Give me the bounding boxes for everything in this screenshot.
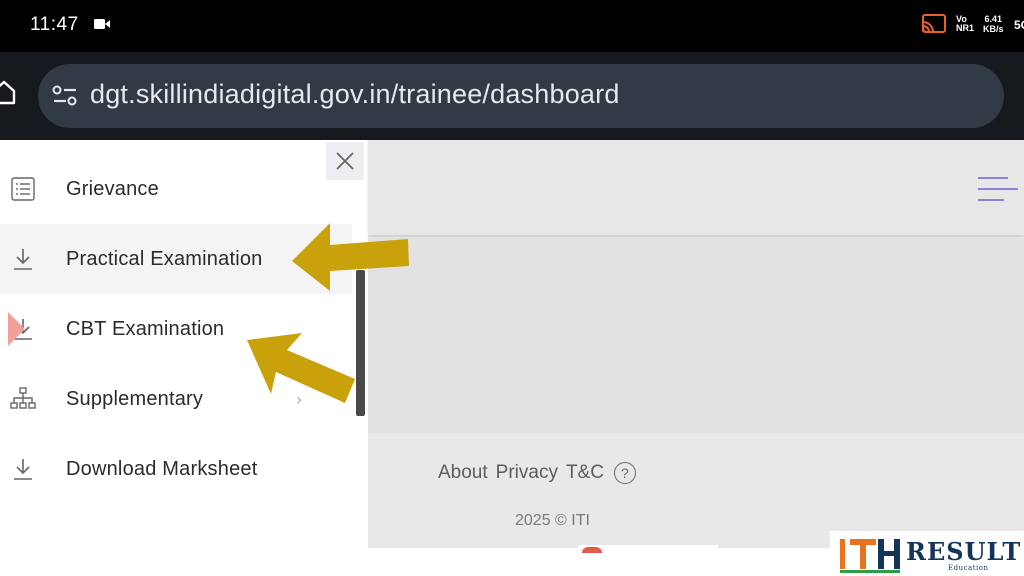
- volte-indicator: Vo NR1: [956, 15, 974, 33]
- partial-logo: [578, 545, 718, 555]
- menu-label: Grievance: [66, 177, 159, 200]
- url-text[interactable]: dgt.skillindiadigital.gov.in/trainee/das…: [90, 79, 620, 110]
- brand-logo: RESULT Education: [830, 531, 1024, 576]
- logo-mark-icon: [840, 539, 900, 573]
- cast-icon: [922, 14, 946, 33]
- menu-label: Download Marksheet: [66, 457, 258, 480]
- address-bar[interactable]: dgt.skillindiadigital.gov.in/trainee/das…: [38, 64, 1004, 128]
- list-icon: [11, 177, 35, 201]
- download-icon: [14, 459, 32, 480]
- brand-name: RESULT: [906, 537, 1022, 566]
- chevron-right-icon: ›: [296, 389, 303, 409]
- menu-label: CBT Examination: [66, 317, 225, 340]
- web-page: About Privacy T&C ? 2025 © ITI Grievance: [0, 140, 1024, 576]
- touch-marker: [8, 312, 25, 346]
- video-icon: [94, 19, 110, 29]
- scrollbar-thumb[interactable]: [356, 270, 365, 416]
- network-type: 5G: [1014, 18, 1024, 32]
- footer-links: About Privacy T&C ?: [438, 462, 636, 484]
- help-icon[interactable]: ?: [613, 462, 636, 484]
- menu-label: Supplementary: [66, 387, 204, 410]
- footer-link-privacy[interactable]: Privacy: [496, 462, 558, 484]
- footer-link-about[interactable]: About: [438, 462, 488, 484]
- menu-item-download-marksheet[interactable]: Download Marksheet: [0, 434, 352, 504]
- footer-link-terms[interactable]: T&C: [566, 462, 604, 484]
- menu-item-grievance[interactable]: Grievance: [0, 154, 352, 224]
- site-settings-icon[interactable]: [52, 85, 78, 107]
- speed-value: 6.41: [984, 14, 1003, 24]
- sitemap-icon: [10, 387, 36, 409]
- network-speed: 6.41 KB/s: [983, 14, 1004, 34]
- dashboard-content: [368, 237, 1024, 433]
- copyright-text: 2025 © ITI: [515, 512, 590, 529]
- volte-bottom: NR1: [956, 23, 975, 33]
- menu-label: Practical Examination: [66, 247, 263, 270]
- hamburger-menu-icon[interactable]: [978, 176, 1018, 202]
- status-time: 11:47: [30, 14, 79, 35]
- side-drawer: Grievance Practical Examination CBT Exam…: [0, 140, 367, 548]
- download-icon: [14, 249, 32, 270]
- menu-item-supplementary[interactable]: Supplementary ›: [0, 364, 352, 434]
- speed-unit: KB/s: [983, 24, 1004, 34]
- menu-item-practical-examination[interactable]: Practical Examination: [0, 224, 352, 294]
- page-header: [368, 140, 1024, 235]
- brand-tagline: Education: [948, 564, 989, 572]
- menu-item-cbt-examination[interactable]: CBT Examination: [0, 294, 352, 364]
- browser-toolbar: dgt.skillindiadigital.gov.in/trainee/das…: [0, 52, 1024, 140]
- home-icon[interactable]: [0, 78, 16, 106]
- status-bar: 11:47 Vo NR1 6.41 KB/s 5G: [0, 0, 1024, 52]
